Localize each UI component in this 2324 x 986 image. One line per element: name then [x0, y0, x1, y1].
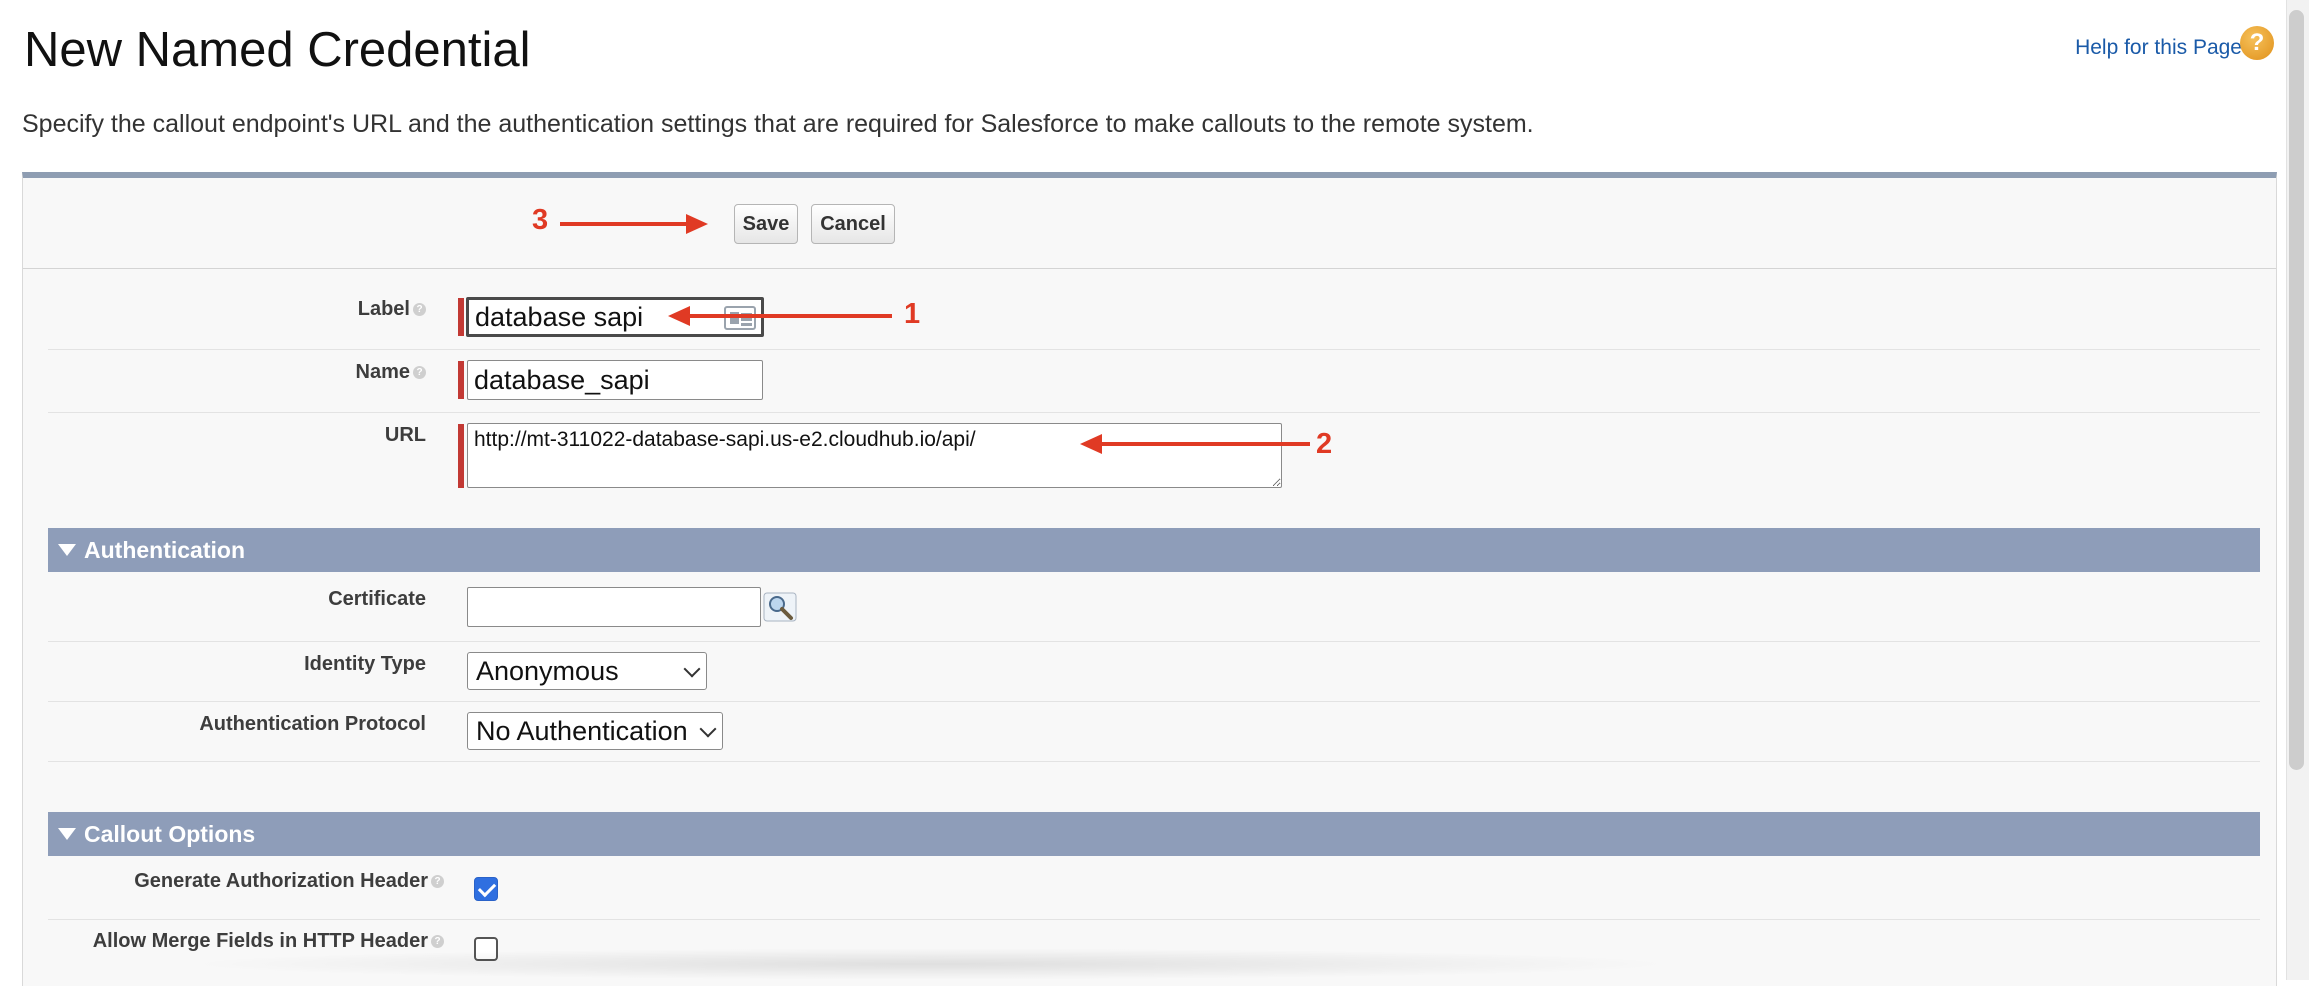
annotation-number-1: 1: [904, 298, 921, 330]
certificate-field-label: Certificate: [328, 588, 426, 610]
annotation-arrowhead-1: [668, 306, 690, 326]
annotation-arrow-3: [560, 222, 688, 226]
section-title: Authentication: [84, 537, 245, 563]
question-mark-icon[interactable]: ?: [2240, 26, 2274, 60]
required-indicator: [458, 361, 464, 399]
annotation-arrow-1: [688, 314, 892, 318]
button-bar-divider: [23, 268, 2276, 269]
identity-type-field-label: Identity Type: [304, 653, 426, 675]
annotation-number-2: 2: [1316, 428, 1333, 460]
chevron-down-icon: [683, 660, 701, 678]
row-divider: [48, 701, 2260, 702]
auth-protocol-field-label: Authentication Protocol: [199, 713, 426, 735]
info-icon[interactable]: ?: [431, 875, 444, 889]
edit-panel: [22, 172, 2277, 986]
label-field-label-text: Label: [357, 298, 410, 320]
generate-auth-header-label: Generate Authorization Header?: [60, 870, 444, 893]
page-title: New Named Credential: [24, 23, 531, 77]
row-divider: [48, 412, 2260, 413]
bottom-shadow: [180, 948, 1680, 980]
name-field-label-text: Name: [355, 361, 410, 383]
magnifier-lookup-icon[interactable]: [763, 592, 797, 622]
save-button[interactable]: Save: [734, 204, 798, 244]
annotation-arrowhead-2: [1080, 434, 1102, 454]
info-icon[interactable]: ?: [431, 935, 444, 949]
collapse-triangle-icon[interactable]: [58, 544, 76, 556]
scrollbar-thumb[interactable]: [2289, 10, 2304, 770]
required-indicator: [458, 298, 464, 336]
label-field-label: Label?: [200, 298, 426, 321]
name-field-label: Name?: [200, 361, 426, 384]
required-indicator: [458, 424, 464, 488]
identity-type-value: Anonymous: [476, 656, 619, 686]
callout-options-section-header[interactable]: Callout Options: [48, 812, 2260, 856]
row-divider: [48, 919, 2260, 920]
cancel-button[interactable]: Cancel: [811, 204, 895, 244]
help-link[interactable]: Help for this Page: [2075, 36, 2242, 60]
auth-protocol-value: No Authentication: [476, 716, 688, 746]
row-divider: [48, 761, 2260, 762]
annotation-arrow-2: [1100, 442, 1310, 446]
auth-protocol-select[interactable]: No Authentication: [467, 712, 723, 750]
section-title: Callout Options: [84, 821, 256, 847]
generate-auth-header-checkbox[interactable]: [474, 877, 498, 901]
certificate-input[interactable]: [467, 587, 761, 627]
row-divider: [48, 349, 2260, 350]
url-textarea[interactable]: http://mt-311022-database-sapi.us-e2.clo…: [467, 423, 1282, 488]
generate-auth-header-label-text: Generate Authorization Header: [134, 870, 428, 892]
annotation-number-3: 3: [532, 204, 549, 236]
info-icon[interactable]: ?: [413, 303, 426, 317]
row-divider: [48, 641, 2260, 642]
collapse-triangle-icon[interactable]: [58, 828, 76, 840]
contact-card-icon: [724, 306, 756, 330]
authentication-section-header[interactable]: Authentication: [48, 528, 2260, 572]
chevron-down-icon: [699, 720, 717, 738]
info-icon[interactable]: ?: [413, 366, 426, 380]
page-description: Specify the callout endpoint's URL and t…: [22, 110, 1534, 138]
name-input[interactable]: [467, 360, 763, 400]
annotation-arrowhead-3: [686, 214, 708, 234]
identity-type-select[interactable]: Anonymous: [467, 652, 707, 690]
url-field-label: URL: [384, 424, 426, 446]
